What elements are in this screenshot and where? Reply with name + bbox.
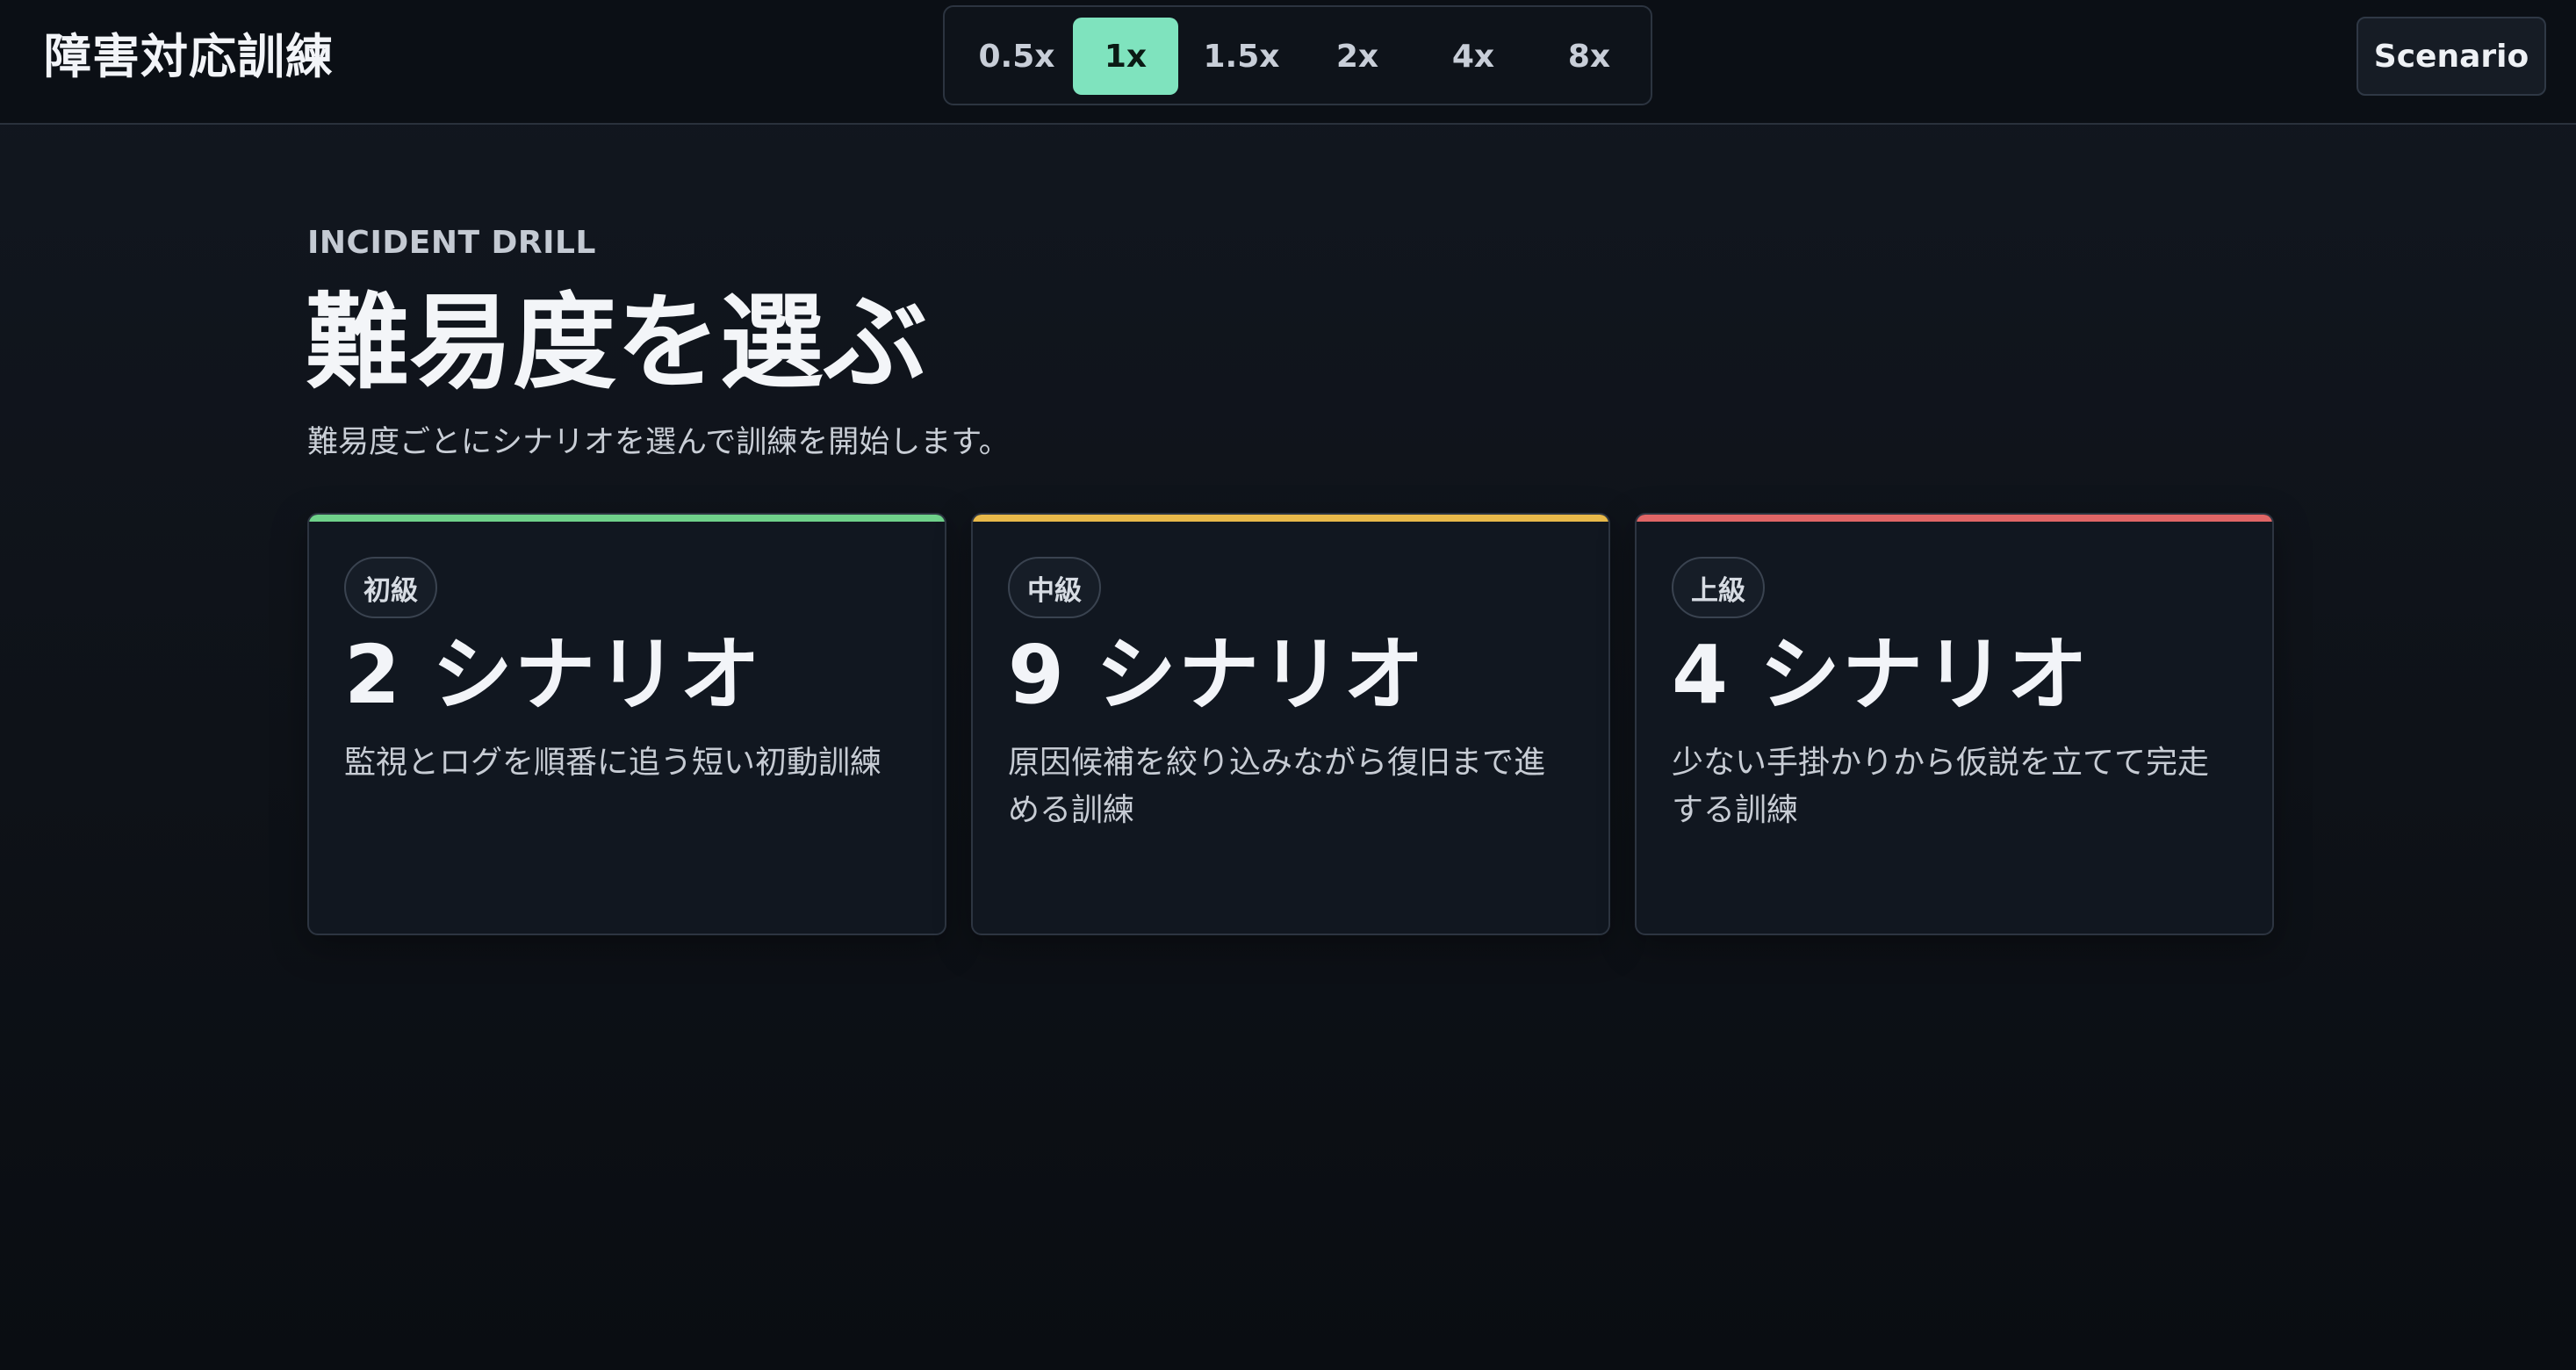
difficulty-card-advanced[interactable]: 上級 4 シナリオ 少ない手掛かりから仮説を立てて完走する訓練 xyxy=(1635,513,2274,935)
card-description: 原因候補を絞り込みながら復旧まで進める訓練 xyxy=(1008,745,1546,828)
page-title: 難易度を選ぶ xyxy=(306,282,928,403)
speed-option-4x[interactable]: 4x xyxy=(1421,18,1526,95)
difficulty-card-intermediate[interactable]: 中級 9 シナリオ 原因候補を絞り込みながら復旧まで進める訓練 xyxy=(971,513,1610,935)
level-badge: 初級 xyxy=(344,557,437,618)
card-accent-bar xyxy=(309,515,945,522)
card-accent-bar xyxy=(1637,515,2272,522)
difficulty-card-beginner[interactable]: 初級 2 シナリオ 監視とログを順番に追う短い初動訓練 xyxy=(307,513,946,935)
scenario-count: 2 シナリオ xyxy=(344,628,763,722)
speed-option-2x[interactable]: 2x xyxy=(1305,18,1410,95)
level-badge: 中級 xyxy=(1008,557,1101,618)
speed-option-1-5x[interactable]: 1.5x xyxy=(1189,18,1294,95)
section-eyebrow: INCIDENT DRILL xyxy=(307,225,596,261)
speed-option-1x[interactable]: 1x xyxy=(1073,18,1178,95)
top-bar: 障害対応訓練 0.5x 1x 1.5x 2x 4x 8x Scenario xyxy=(0,0,2576,125)
card-accent-bar xyxy=(973,515,1608,522)
page-subtitle: 難易度ごとにシナリオを選んで訓練を開始します。 xyxy=(307,425,1010,460)
playback-speed-selector: 0.5x 1x 1.5x 2x 4x 8x xyxy=(943,5,1652,105)
card-description: 監視とログを順番に追う短い初動訓練 xyxy=(344,745,882,781)
app-title: 障害対応訓練 xyxy=(44,29,334,84)
level-badge: 上級 xyxy=(1672,557,1765,618)
speed-option-0-5x[interactable]: 0.5x xyxy=(964,18,1069,95)
scenario-button[interactable]: Scenario xyxy=(2357,17,2546,96)
scenario-count: 9 シナリオ xyxy=(1008,628,1427,722)
card-description: 少ない手掛かりから仮説を立てて完走する訓練 xyxy=(1672,745,2210,828)
speed-option-8x[interactable]: 8x xyxy=(1536,18,1642,95)
scenario-count: 4 シナリオ xyxy=(1672,628,2090,722)
